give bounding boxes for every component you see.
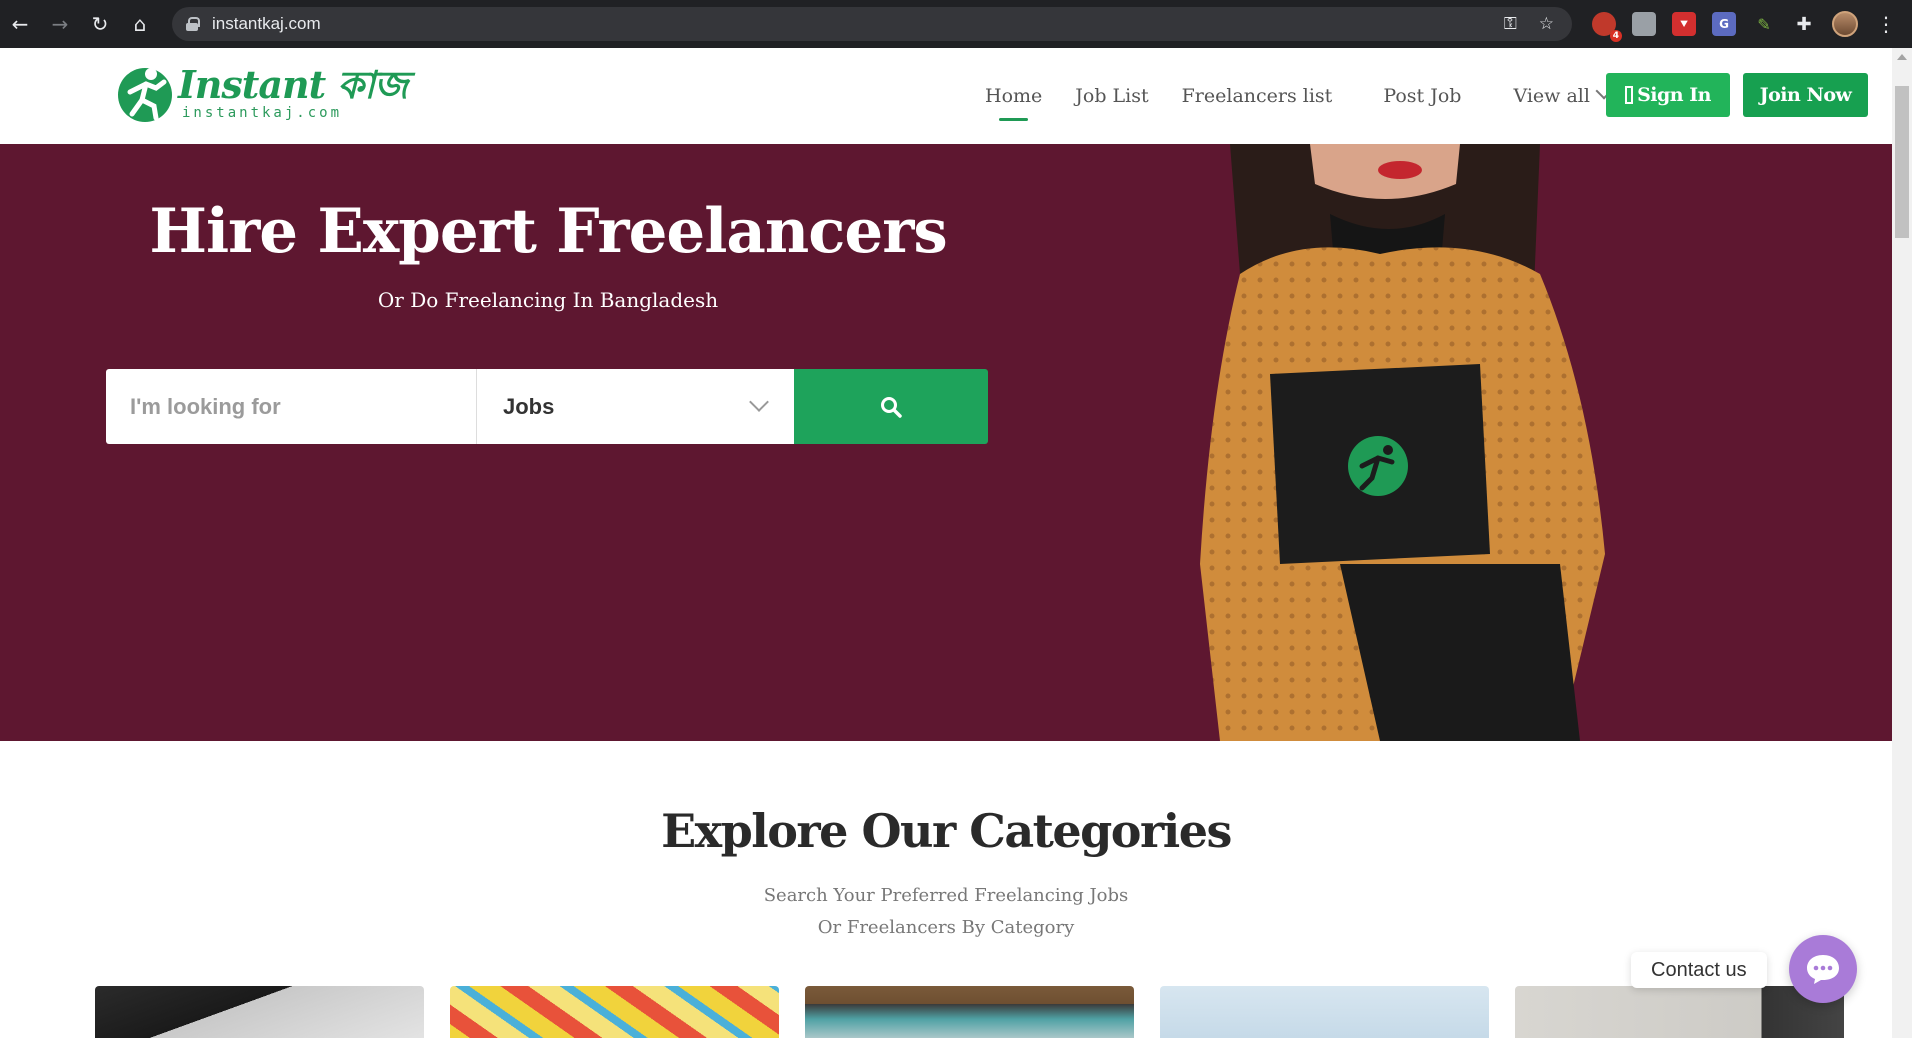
category-cards (95, 986, 1844, 1038)
nav-freelancers-list[interactable]: Freelancers list (1182, 85, 1333, 107)
search-input[interactable] (106, 369, 477, 444)
category-card[interactable] (1515, 986, 1844, 1038)
arrow-right-icon: → (51, 12, 69, 36)
arrow-left-icon: ← (11, 12, 29, 36)
logo-url: instantkaj.com (182, 105, 343, 121)
reload-button[interactable]: ↻ (80, 0, 120, 48)
nav-home[interactable]: Home (985, 85, 1042, 121)
star-icon[interactable]: ☆ (1539, 14, 1554, 34)
search-type-select[interactable]: Jobs (477, 369, 794, 444)
site-logo[interactable]: Instant কাজ instantkaj.com (116, 62, 408, 124)
chat-bubble-icon (1807, 955, 1839, 984)
pdf-extension-icon[interactable]: ⯆ (1672, 12, 1696, 36)
hero-title: Hire Expert Freelancers (149, 196, 947, 267)
categories-subtitle-line1: Search Your Preferred Freelancing Jobs (763, 885, 1129, 906)
join-now-button[interactable]: Join Now (1743, 73, 1868, 117)
leaf-extension-icon[interactable]: ✎ (1752, 12, 1776, 36)
nav-job-list[interactable]: Job List (1075, 85, 1148, 107)
key-icon[interactable]: ⚿ (1504, 14, 1517, 34)
extension-badge: 4 (1609, 30, 1622, 42)
scroll-up-icon[interactable] (1897, 54, 1907, 60)
search-icon (881, 396, 902, 418)
menu-kebab-icon[interactable]: ⋮ (1876, 12, 1896, 36)
search-button[interactable] (794, 369, 988, 444)
hero-subtitle: Or Do Freelancing In Bangladesh (377, 288, 719, 312)
sign-in-icon (1625, 86, 1634, 104)
hero-woman-with-laptop-image (1200, 144, 1605, 741)
category-card[interactable] (1160, 986, 1489, 1038)
chevron-down-icon (749, 392, 769, 412)
browser-toolbar: ← → ↻ ⌂ instantkaj.com ⚿ ☆ 4 ⯆ G ✎ ✚ ⋮ (0, 0, 1912, 48)
hero-banner: Hire Expert Freelancers Or Do Freelancin… (0, 144, 1892, 741)
extensions-bar: 4 ⯆ G ✎ ✚ ⋮ (1592, 8, 1896, 42)
puzzle-icon[interactable]: ✚ (1792, 12, 1816, 36)
contact-chat-button[interactable] (1789, 935, 1857, 1003)
nav-post-job[interactable]: Post Job (1383, 85, 1461, 107)
main-nav: Home Job List Freelancers list Post Job … (985, 48, 1643, 144)
nav-view-all[interactable]: View all (1513, 82, 1613, 107)
category-card[interactable] (450, 986, 779, 1038)
search-type-value: Jobs (503, 393, 555, 419)
category-card[interactable] (805, 986, 1134, 1038)
scrollbar-thumb[interactable] (1895, 86, 1909, 238)
grammar-extension-icon[interactable]: G (1712, 12, 1736, 36)
nav-view-all-label: View all (1513, 85, 1590, 107)
home-button[interactable]: ⌂ (120, 0, 160, 48)
runner-logo-icon (118, 68, 172, 122)
screenshot-extension-icon[interactable] (1632, 12, 1656, 36)
sign-in-label: Sign In (1637, 84, 1711, 106)
logo-title: Instant কাজ (178, 62, 408, 107)
address-bar[interactable]: instantkaj.com ⚿ ☆ (172, 7, 1572, 41)
adblock-extension-icon[interactable]: 4 (1592, 12, 1622, 42)
profile-avatar[interactable] (1832, 11, 1858, 37)
address-bar-url: instantkaj.com (212, 14, 321, 33)
site-header: Instant কাজ instantkaj.com Home Job List… (0, 48, 1892, 144)
join-now-label: Join Now (1759, 84, 1852, 106)
home-icon: ⌂ (133, 12, 147, 36)
category-card[interactable] (95, 986, 424, 1038)
lock-icon (186, 17, 200, 31)
contact-us-label[interactable]: Contact us (1631, 952, 1767, 988)
page-scrollbar[interactable] (1892, 48, 1912, 1038)
categories-title: Explore Our Categories (661, 804, 1232, 858)
sign-in-button[interactable]: Sign In (1606, 73, 1730, 117)
search-form: Jobs (106, 369, 988, 444)
forward-button[interactable]: → (40, 0, 80, 48)
categories-subtitle: Search Your Preferred Freelancing Jobs O… (0, 880, 1892, 944)
categories-subtitle-line2: Or Freelancers By Category (817, 917, 1075, 938)
back-button[interactable]: ← (0, 0, 40, 48)
reload-icon: ↻ (91, 12, 109, 36)
